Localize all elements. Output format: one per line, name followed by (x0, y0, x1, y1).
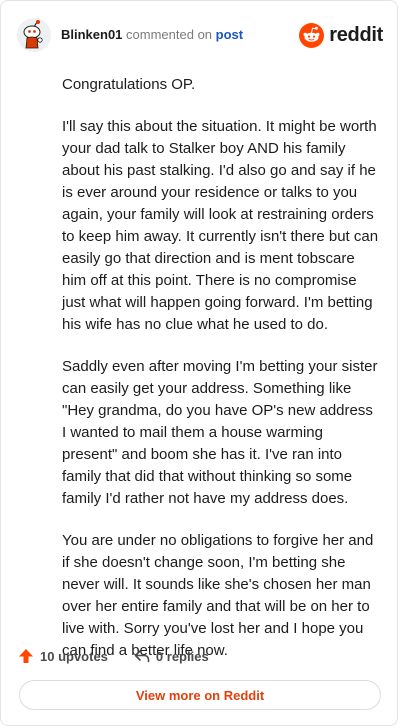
snoo-avatar-icon[interactable] (17, 18, 51, 52)
reddit-wordmark: reddit (329, 23, 383, 46)
comment-actions: 10 upvotes 0 replies (18, 645, 235, 667)
replies-count: 0 replies (155, 648, 209, 664)
upvotes-count: 10 upvotes (40, 648, 108, 664)
comment-header: Blinken01 commented on post reddit (17, 15, 383, 55)
comment-body: Congratulations OP. I'll say this about … (62, 74, 379, 682)
reply-arrow-icon (134, 650, 150, 663)
reddit-brand[interactable]: reddit (299, 22, 383, 48)
comment-embed-card: Blinken01 commented on post reddit Congr… (0, 0, 398, 726)
comment-paragraph: You are under no obligations to forgive … (62, 532, 374, 659)
comment-paragraph: Saddly even after moving I'm betting you… (62, 358, 378, 507)
comment-meta: Blinken01 commented on post (61, 26, 243, 44)
view-more-button[interactable]: View more on Reddit (19, 680, 381, 710)
comment-paragraph: I'll say this about the situation. It mi… (62, 118, 379, 333)
upvotes-button[interactable]: 10 upvotes (18, 648, 108, 664)
reddit-logo-icon (299, 22, 325, 48)
comment-action-text: commented on (126, 27, 213, 42)
upvote-arrow-icon (19, 649, 33, 663)
comment-author[interactable]: Blinken01 (61, 27, 122, 42)
post-link[interactable]: post (216, 27, 243, 42)
comment-paragraph: Congratulations OP. (62, 76, 196, 93)
view-more-label: View more on Reddit (135, 687, 265, 703)
replies-button[interactable]: 0 replies (134, 648, 209, 664)
